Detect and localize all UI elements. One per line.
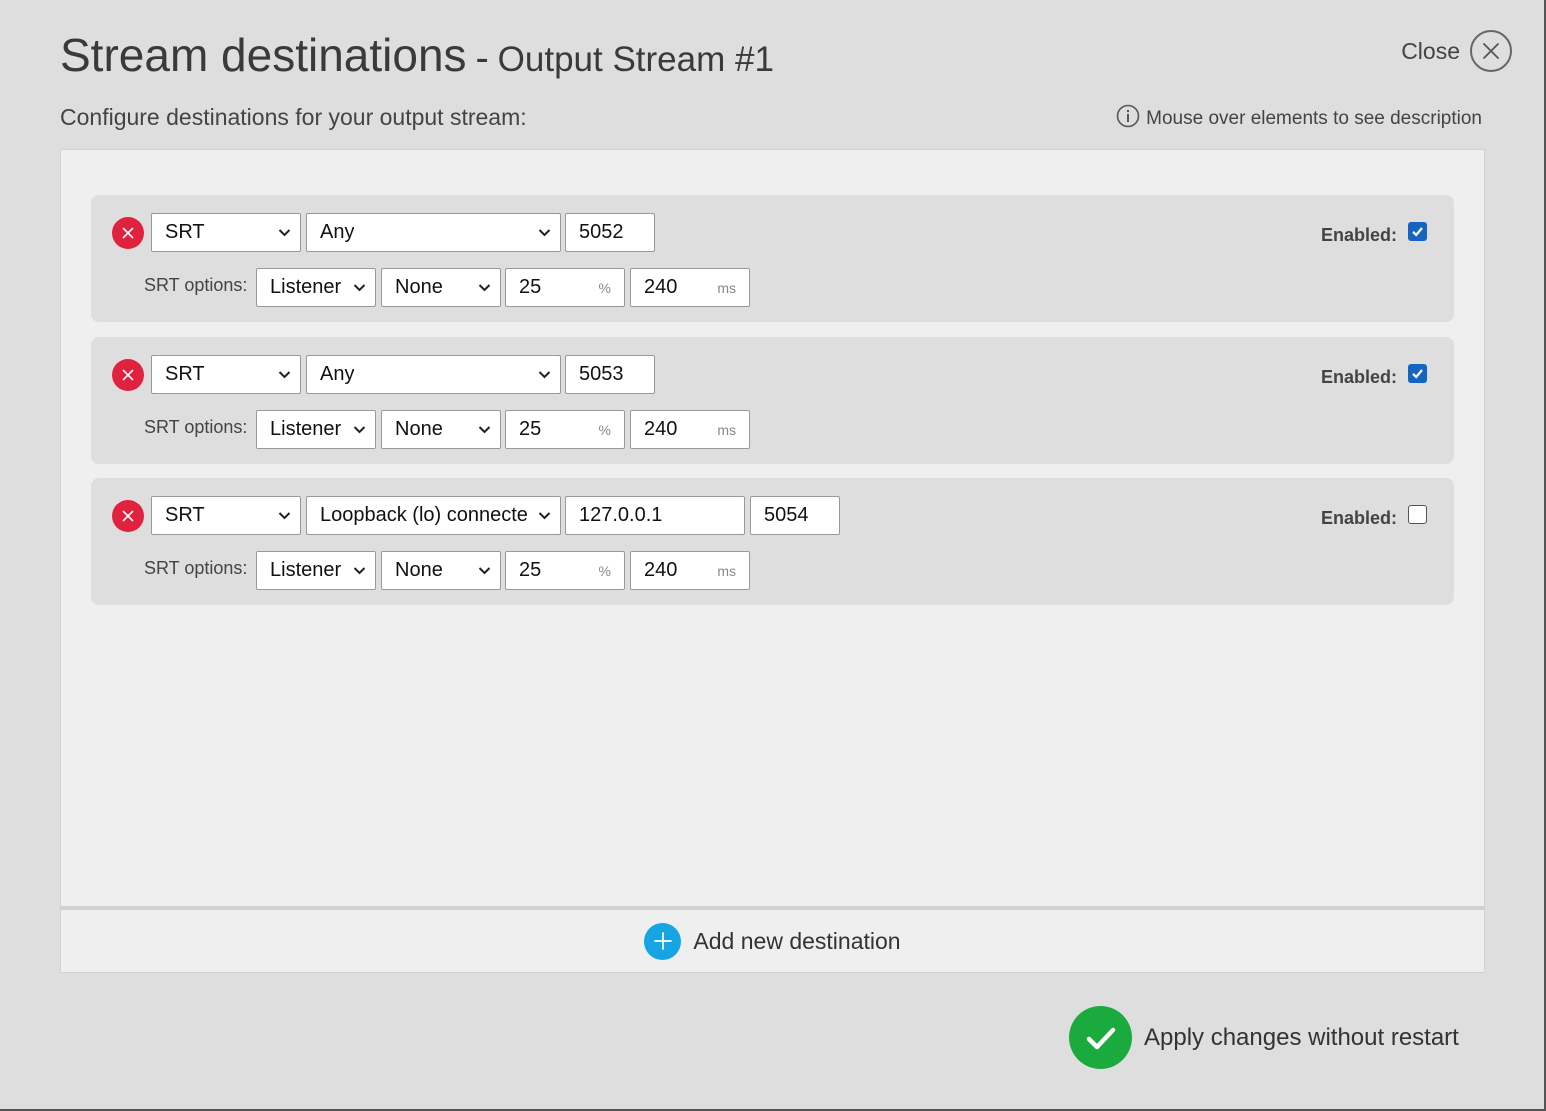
destination-row-1: SRT Any 5052 Enabled: SRT options: Liste… <box>91 195 1454 322</box>
title-stream-name: Output Stream #1 <box>497 40 774 79</box>
checkmark-icon <box>1412 227 1423 237</box>
info-icon <box>1116 104 1140 134</box>
remove-destination-button[interactable] <box>112 359 144 391</box>
unit-label: % <box>598 422 611 438</box>
srt-overhead-input[interactable]: 25 % <box>505 268 625 307</box>
port-input[interactable]: 5053 <box>565 355 655 394</box>
enabled-checkbox[interactable] <box>1408 222 1427 241</box>
close-icon <box>122 510 134 522</box>
srt-overhead-input[interactable]: 25 % <box>505 551 625 590</box>
destination-row-2: SRT Any 5053 Enabled: SRT options: Liste… <box>91 337 1454 464</box>
protocol-select[interactable]: SRT <box>151 355 301 394</box>
hint-label: Mouse over elements to see description <box>1146 108 1482 129</box>
protocol-select[interactable]: SRT <box>151 496 301 535</box>
chevron-down-icon <box>538 512 551 520</box>
plus-icon <box>644 922 682 960</box>
apply-changes-button[interactable]: Apply changes without restart <box>1069 1006 1459 1069</box>
close-button[interactable]: Close <box>1401 30 1512 72</box>
apply-changes-label: Apply changes without restart <box>1144 1023 1459 1051</box>
chevron-down-icon <box>478 567 491 575</box>
chevron-down-icon <box>478 426 491 434</box>
unit-label: % <box>598 280 611 296</box>
srt-options-label: SRT options: <box>144 417 248 437</box>
enabled-checkbox[interactable] <box>1408 505 1427 524</box>
configure-description: Configure destinations for your output s… <box>60 104 527 130</box>
add-destination-button[interactable]: Add new destination <box>60 907 1485 973</box>
chevron-down-icon <box>278 229 291 237</box>
destination-row-3: SRT Loopback (lo) connecte 127.0.0.1 505… <box>91 478 1454 605</box>
title-main: Stream destinations <box>60 29 467 81</box>
chevron-down-icon <box>353 284 366 292</box>
close-icon[interactable] <box>1470 30 1512 72</box>
chevron-down-icon <box>353 426 366 434</box>
srt-mode-select[interactable]: Listener <box>256 268 376 307</box>
srt-mode-select[interactable]: Listener <box>256 551 376 590</box>
remove-destination-button[interactable] <box>112 217 144 249</box>
srt-options-label: SRT options: <box>144 558 248 578</box>
srt-mode-select[interactable]: Listener <box>256 410 376 449</box>
srt-latency-input[interactable]: 240 ms <box>630 410 750 449</box>
close-icon <box>122 369 134 381</box>
srt-latency-input[interactable]: 240 ms <box>630 551 750 590</box>
unit-label: ms <box>717 563 736 579</box>
srt-latency-input[interactable]: 240 ms <box>630 268 750 307</box>
address-input[interactable]: 127.0.0.1 <box>565 496 745 535</box>
port-input[interactable]: 5052 <box>565 213 655 252</box>
destinations-panel: SRT Any 5052 Enabled: SRT options: Liste… <box>60 149 1485 907</box>
srt-encryption-select[interactable]: None <box>381 551 501 590</box>
close-label: Close <box>1401 37 1460 64</box>
chevron-down-icon <box>353 567 366 575</box>
enabled-checkbox[interactable] <box>1408 364 1427 383</box>
unit-label: % <box>598 563 611 579</box>
enabled-label: Enabled: <box>1320 508 1397 528</box>
srt-encryption-select[interactable]: None <box>381 410 501 449</box>
enabled-label: Enabled: <box>1320 367 1397 387</box>
chevron-down-icon <box>538 371 551 379</box>
enabled-label: Enabled: <box>1320 225 1397 245</box>
srt-encryption-select[interactable]: None <box>381 268 501 307</box>
port-input[interactable]: 5054 <box>750 496 840 535</box>
interface-select[interactable]: Any <box>306 355 561 394</box>
add-destination-label: Add new destination <box>693 927 901 954</box>
srt-options-label: SRT options: <box>144 275 248 295</box>
checkmark-icon <box>1069 1006 1132 1069</box>
title-separator: - <box>475 36 489 80</box>
srt-overhead-input[interactable]: 25 % <box>505 410 625 449</box>
close-icon <box>122 227 134 239</box>
unit-label: ms <box>717 422 736 438</box>
unit-label: ms <box>717 280 736 296</box>
checkmark-icon <box>1412 369 1423 379</box>
chevron-down-icon <box>278 512 291 520</box>
remove-destination-button[interactable] <box>112 500 144 532</box>
chevron-down-icon <box>538 229 551 237</box>
hint-text: Mouse over elements to see description <box>1116 104 1482 134</box>
interface-select[interactable]: Any <box>306 213 561 252</box>
interface-select[interactable]: Loopback (lo) connecte <box>306 496 561 535</box>
chevron-down-icon <box>278 371 291 379</box>
protocol-select[interactable]: SRT <box>151 213 301 252</box>
chevron-down-icon <box>478 284 491 292</box>
page-title: Stream destinations - Output Stream #1 <box>60 28 774 82</box>
